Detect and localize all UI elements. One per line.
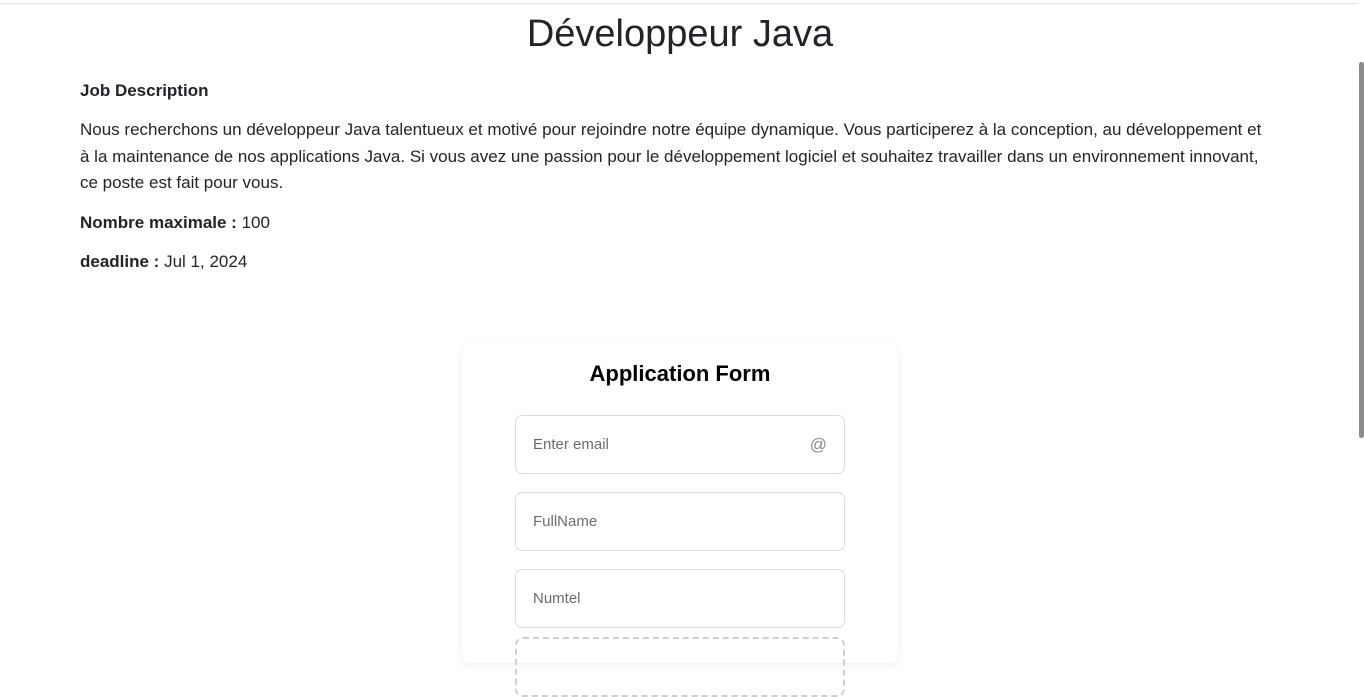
max-applicants-line: Nombre maximale : 100 [80,212,270,234]
application-form-card: Application Form @ [462,343,898,697]
deadline-line: deadline : Jul 1, 2024 [80,251,247,273]
fullname-field-wrapper [515,492,845,551]
deadline-label: deadline : [80,252,160,271]
page-title: Développeur Java [526,13,834,55]
scrollbar-thumb[interactable] [1359,62,1364,438]
numtel-field-wrapper [515,569,845,628]
file-upload-dropzone[interactable] [515,637,845,697]
max-applicants-label: Nombre maximale : [80,213,237,232]
numtel-input[interactable] [533,570,803,627]
form-title: Application Form [589,361,771,386]
email-input[interactable] [533,416,803,473]
email-field-wrapper: @ [515,415,845,474]
job-description-text: Nous recherchons un développeur Java tal… [80,120,1262,192]
top-divider [0,3,1364,4]
max-applicants-value: 100 [241,213,270,232]
fullname-input[interactable] [533,493,803,550]
at-icon: @ [809,435,827,454]
deadline-value: Jul 1, 2024 [164,252,248,271]
job-description-label: Job Description [80,81,209,100]
